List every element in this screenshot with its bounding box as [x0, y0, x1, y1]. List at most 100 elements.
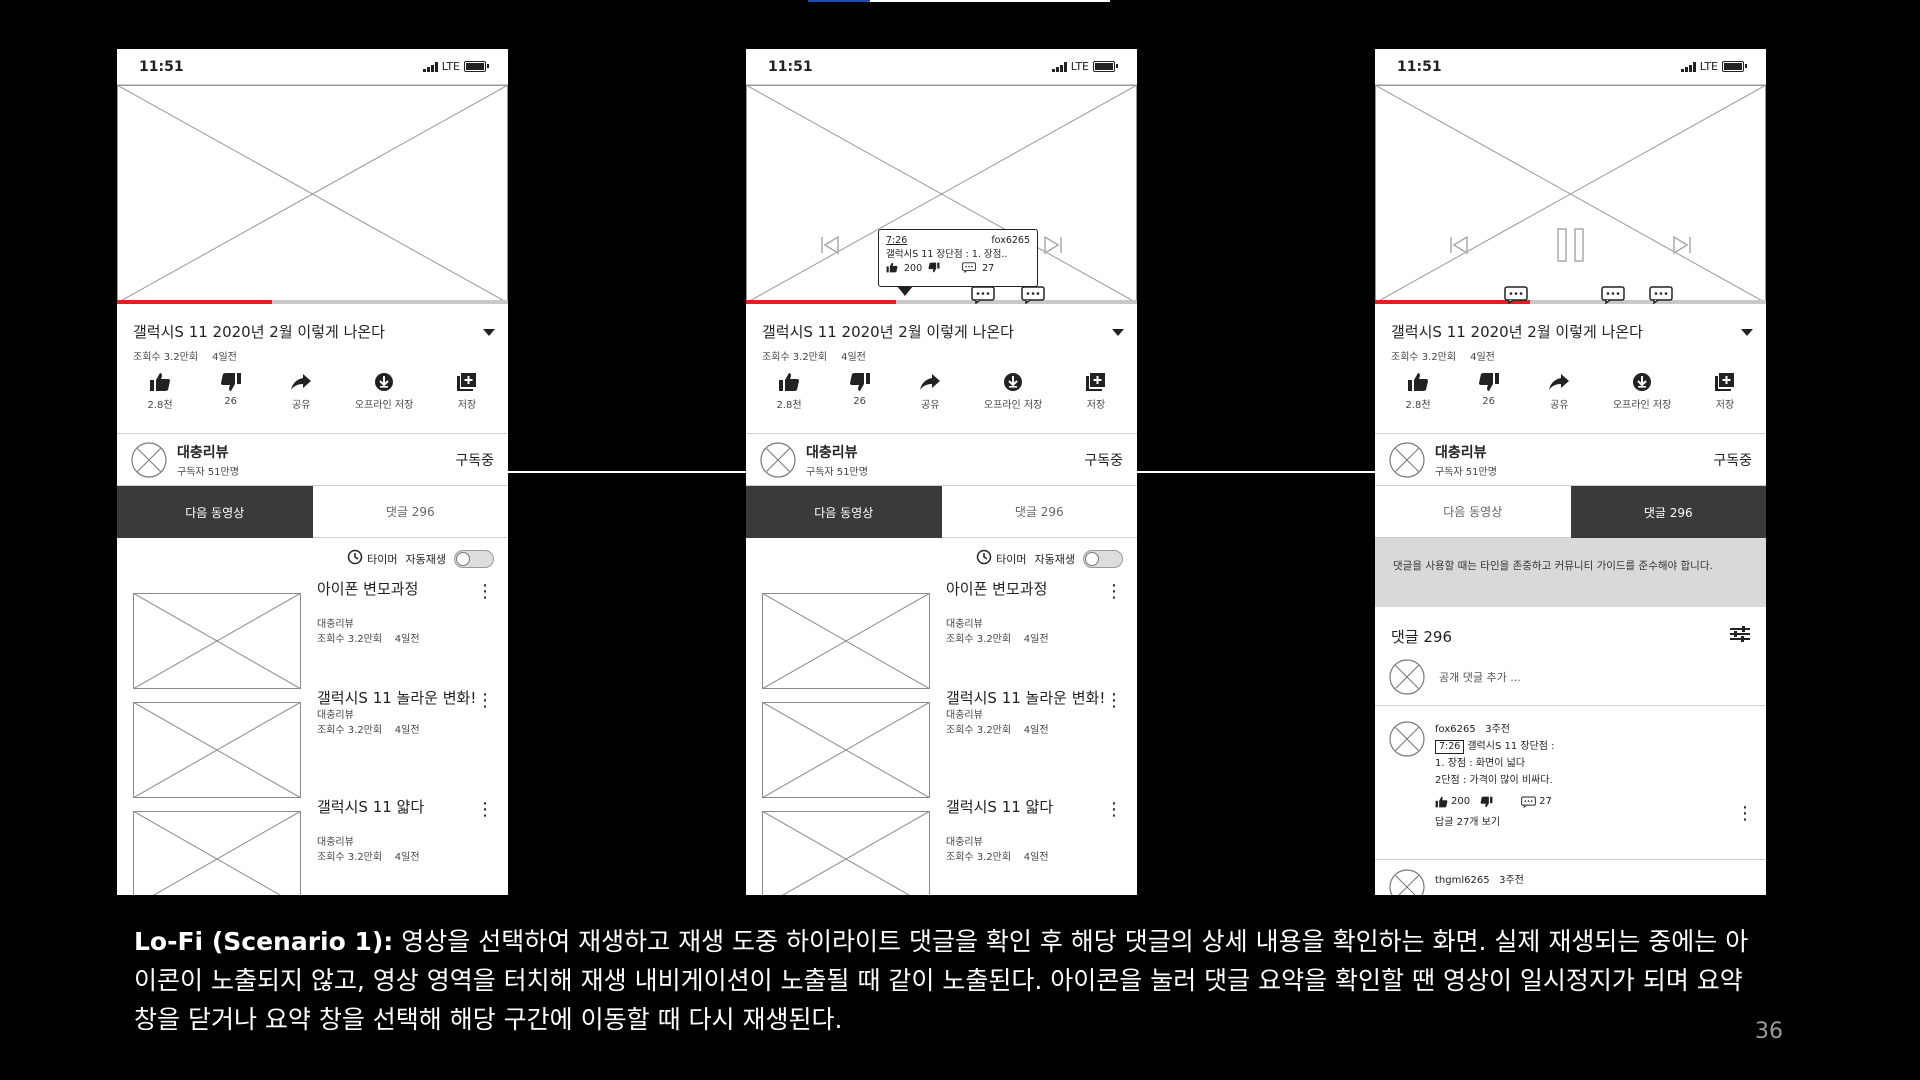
- more-options-icon[interactable]: ⋮: [1105, 801, 1123, 819]
- comment-timestamp-link[interactable]: 7:26: [1435, 740, 1465, 754]
- tab-next-videos[interactable]: 다음 동영상: [1375, 486, 1571, 538]
- comment-reply-button[interactable]: 27: [1521, 793, 1552, 810]
- highlight-comment-icon[interactable]: [1601, 286, 1625, 305]
- view-count: 조회수 3.2만회: [1391, 352, 1457, 363]
- more-options-icon[interactable]: ⋮: [476, 583, 494, 601]
- list-item[interactable]: 아이폰 변모과정 대충리뷰 조회수 3.2만회 4일전 ⋮: [746, 579, 1137, 690]
- list-item[interactable]: 갤럭시S 11 얇다 대충리뷰 조회수 3.2만회 4일전 ⋮: [746, 797, 1137, 895]
- thumbs-up-icon: [886, 262, 898, 278]
- image-placeholder: [132, 810, 302, 895]
- video-player[interactable]: [117, 85, 508, 303]
- more-options-icon[interactable]: ⋮: [476, 801, 494, 819]
- video-progress-bar[interactable]: [746, 300, 1137, 304]
- add-comment-input[interactable]: 공개 댓글 추가 ...: [1439, 669, 1521, 685]
- autoplay-toggle[interactable]: [1083, 549, 1123, 568]
- autoplay-label: 자동재생: [1034, 552, 1075, 566]
- action-label: 오프라인 저장: [354, 400, 414, 411]
- channel-row[interactable]: 대충리뷰 구독자 51만명 구독중: [746, 433, 1137, 486]
- share-button[interactable]: 공유: [284, 372, 318, 411]
- comment-like-button[interactable]: 200: [1435, 793, 1470, 810]
- subscribe-button[interactable]: 구독중: [455, 450, 494, 470]
- tab-comments[interactable]: 댓글 296: [1570, 486, 1766, 538]
- action-label: 26: [224, 396, 237, 407]
- highlight-comment-icon[interactable]: [971, 286, 995, 305]
- more-options-icon[interactable]: ⋮: [1105, 692, 1123, 710]
- video-thumbnail[interactable]: [132, 701, 302, 802]
- list-item[interactable]: 갤럭시S 11 놀라운 변화! 대충리뷰 조회수 3.2만회 4일전 ⋮: [746, 688, 1137, 799]
- highlight-comment-icon[interactable]: [1649, 286, 1673, 305]
- share-icon: [919, 372, 941, 392]
- share-button[interactable]: 공유: [1542, 372, 1576, 411]
- channel-row[interactable]: 대충리뷰 구독자 51만명 구독중: [117, 433, 508, 486]
- timer-button[interactable]: 타이머: [347, 549, 398, 568]
- list-item[interactable]: 갤럭시S 11 놀라운 변화! 대충리뷰 조회수 3.2만회 4일전 ⋮: [117, 688, 508, 799]
- thumbs-up-button[interactable]: 2.8천: [143, 372, 177, 411]
- save-playlist-button[interactable]: 저장: [1079, 372, 1113, 411]
- more-options-icon[interactable]: ⋮: [476, 692, 494, 710]
- download-button[interactable]: 오프라인 저장: [355, 372, 413, 411]
- comment-dislike-button[interactable]: [1480, 796, 1493, 808]
- tab-next-videos[interactable]: 다음 동영상: [117, 486, 313, 538]
- highlight-comment-icon[interactable]: [1021, 286, 1045, 305]
- video-title-row[interactable]: 갤럭시S 11 2020년 2월 이렇게 나온다: [1391, 321, 1753, 342]
- video-progress-bar[interactable]: [1375, 300, 1766, 304]
- sort-icon[interactable]: [1729, 625, 1751, 647]
- previous-icon[interactable]: [819, 234, 841, 260]
- tab-comments[interactable]: 댓글 296: [312, 486, 508, 538]
- more-options-icon[interactable]: ⋮: [1105, 583, 1123, 601]
- subscribe-button[interactable]: 구독중: [1713, 450, 1752, 470]
- network-label: LTE: [441, 60, 460, 73]
- view-replies-link[interactable]: 답글 27개 보기: [1435, 814, 1735, 831]
- list-item-channel: 대충리뷰: [317, 710, 354, 721]
- thumbs-up-button[interactable]: 2.8천: [1401, 372, 1435, 411]
- video-title-row[interactable]: 갤럭시S 11 2020년 2월 이렇게 나온다: [133, 321, 495, 342]
- timer-button[interactable]: 타이머: [976, 549, 1027, 568]
- chevron-down-icon[interactable]: [1112, 322, 1124, 341]
- next-icon[interactable]: [1671, 234, 1693, 260]
- save-playlist-button[interactable]: 저장: [450, 372, 484, 411]
- phone-screen-2: 11:51 LTE 7:26 fox6265 갤럭시S 11 장단점 : 1. 장점..…: [746, 49, 1137, 895]
- subscribe-button[interactable]: 구독중: [1084, 450, 1123, 470]
- view-count: 조회수 3.2만회: [133, 352, 199, 363]
- video-thumbnail[interactable]: [132, 592, 302, 693]
- highlight-comment-icon[interactable]: [1504, 286, 1528, 305]
- next-icon[interactable]: [1042, 234, 1064, 260]
- thumbs-down-button[interactable]: 26: [1472, 372, 1506, 411]
- tab-comments[interactable]: 댓글 296: [941, 486, 1137, 538]
- pause-icon[interactable]: [1555, 227, 1587, 267]
- tooltip-text: 갤럭시S 11 장단점 : 1. 장점..: [886, 249, 1008, 260]
- comment-summary-tooltip[interactable]: 7:26 fox6265 갤럭시S 11 장단점 : 1. 장점.. 200 27: [878, 229, 1038, 296]
- video-thumbnail[interactable]: [761, 810, 931, 895]
- list-item[interactable]: 아이폰 변모과정 대충리뷰 조회수 3.2만회 4일전 ⋮: [117, 579, 508, 690]
- more-options-icon[interactable]: ⋮: [1736, 803, 1754, 824]
- clock-icon: [347, 549, 363, 568]
- list-item[interactable]: 갤럭시S 11 얇다 대충리뷰 조회수 3.2만회 4일전 ⋮: [117, 797, 508, 895]
- signal-icon: [1051, 61, 1067, 72]
- video-meta: 조회수 3.2만회 4일전: [762, 348, 866, 363]
- action-label: 저장: [1715, 400, 1735, 411]
- autoplay-toggle[interactable]: [454, 549, 494, 568]
- add-comment-row[interactable]: 공개 댓글 추가 ...: [1389, 659, 1521, 695]
- video-thumbnail[interactable]: [761, 592, 931, 693]
- thumbs-up-button[interactable]: 2.8천: [772, 372, 806, 411]
- video-thumbnail[interactable]: [132, 810, 302, 895]
- thumbs-down-button[interactable]: 26: [843, 372, 877, 411]
- download-button[interactable]: 오프라인 저장: [1613, 372, 1671, 411]
- video-title-row[interactable]: 갤럭시S 11 2020년 2월 이렇게 나온다: [762, 321, 1124, 342]
- video-thumbnail[interactable]: [761, 701, 931, 802]
- previous-icon[interactable]: [1448, 234, 1470, 260]
- thumbs-down-button[interactable]: 26: [214, 372, 248, 411]
- tooltip-time[interactable]: 7:26: [886, 234, 907, 248]
- share-button[interactable]: 공유: [913, 372, 947, 411]
- video-progress-bar[interactable]: [117, 300, 508, 304]
- video-player[interactable]: [1375, 85, 1766, 303]
- tab-next-videos[interactable]: 다음 동영상: [746, 486, 942, 538]
- avatar: [131, 441, 167, 478]
- image-placeholder: [117, 85, 508, 303]
- caption-title: Lo-Fi (Scenario 1):: [134, 927, 394, 956]
- channel-row[interactable]: 대충리뷰 구독자 51만명 구독중: [1375, 433, 1766, 486]
- chevron-down-icon[interactable]: [483, 322, 495, 341]
- save-playlist-button[interactable]: 저장: [1708, 372, 1742, 411]
- chevron-down-icon[interactable]: [1741, 322, 1753, 341]
- download-button[interactable]: 오프라인 저장: [984, 372, 1042, 411]
